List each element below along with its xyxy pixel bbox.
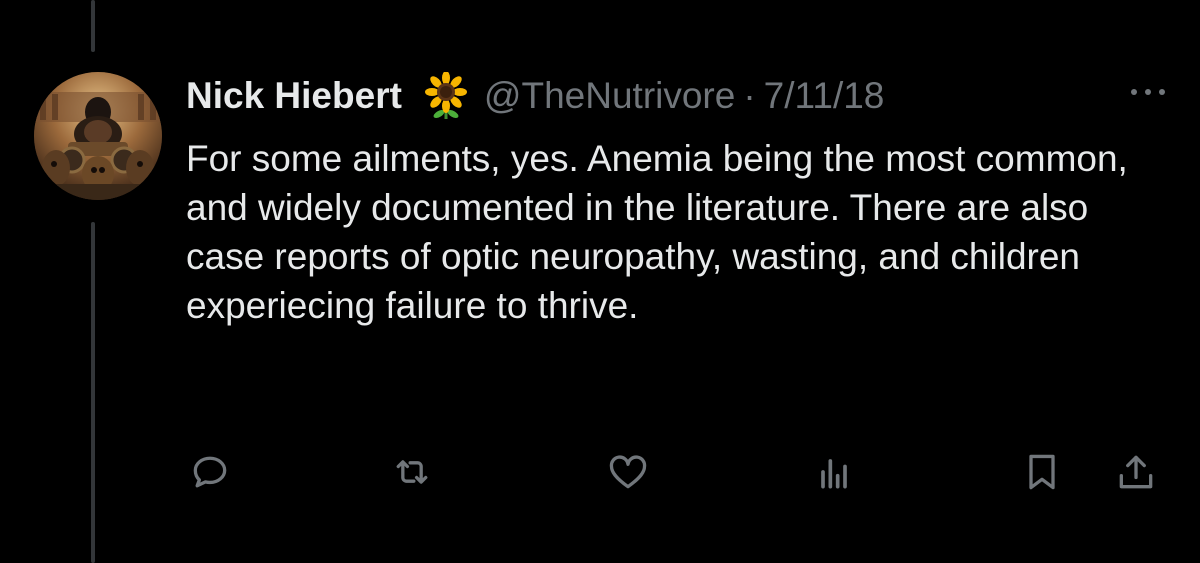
more-options-icon[interactable] [1124, 80, 1172, 104]
sunflower-icon [422, 71, 470, 120]
reply-button[interactable] [186, 448, 234, 496]
thread-line-bottom [91, 222, 95, 563]
views-icon [821, 459, 847, 489]
avatar-image [34, 72, 162, 200]
like-icon [609, 455, 647, 489]
author-handle[interactable]: @TheNutrivore [484, 75, 735, 117]
thread-line-top [91, 0, 95, 52]
bookmark-icon [1029, 454, 1055, 490]
reply-icon [193, 456, 227, 488]
bookmark-button[interactable] [1018, 448, 1066, 496]
tweet-text: For some ailments, yes. Anemia being the… [186, 138, 1128, 326]
author-name[interactable]: Nick Hiebert [186, 75, 402, 117]
avatar[interactable] [34, 72, 162, 200]
separator-dot: · [743, 75, 756, 116]
tweet-date[interactable]: 7/11/18 [764, 75, 885, 117]
retweet-icon [396, 460, 428, 484]
share-icon [1119, 455, 1153, 489]
tweet-header: Nick Hiebert @TheNutrivore · 7/11/18 [186, 70, 1166, 122]
like-button[interactable] [604, 448, 652, 496]
share-button[interactable] [1112, 448, 1160, 496]
tweet-actions [186, 448, 1176, 496]
retweet-button[interactable] [388, 448, 436, 496]
views-button[interactable] [810, 448, 858, 496]
